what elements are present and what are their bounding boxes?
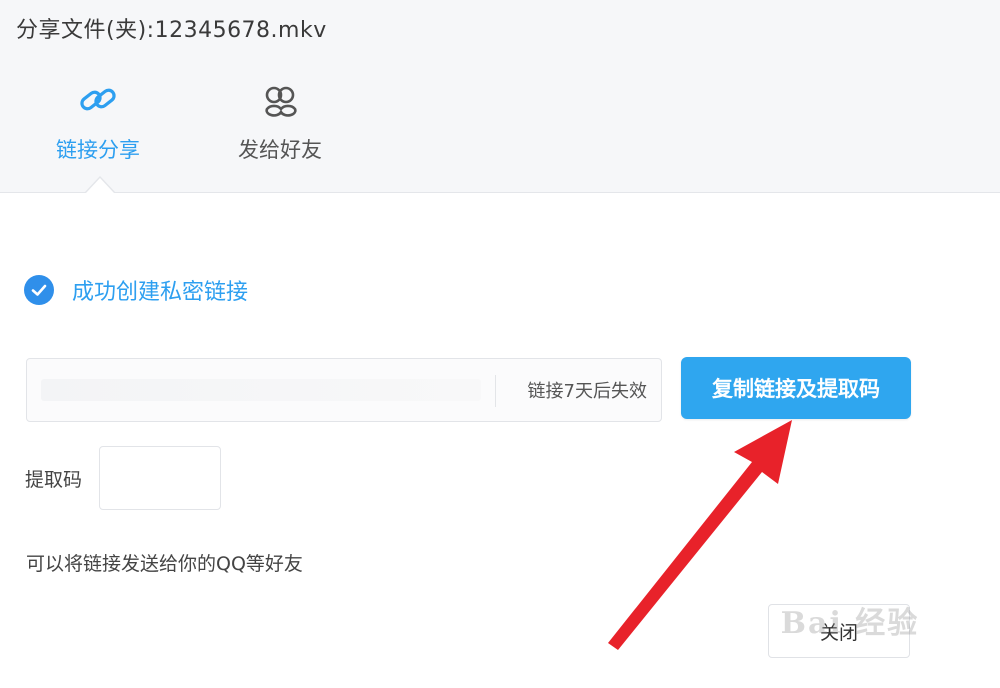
close-button[interactable]: 关闭 [768, 604, 910, 658]
link-expire-text: 链接7天后失效 [527, 381, 647, 402]
check-circle-icon [24, 275, 54, 305]
dialog-header: 分享文件(夹):12345678.mkv 链接分享 发给好友 [0, 0, 1000, 193]
tab-link-share[interactable]: 链接分享 [38, 78, 158, 164]
window-title: 分享文件(夹):12345678.mkv [16, 18, 327, 43]
share-hint-text: 可以将链接发送给你的QQ等好友 [26, 553, 303, 575]
success-text: 成功创建私密链接 [72, 280, 249, 305]
success-message: 成功创建私密链接 [24, 274, 248, 306]
share-link-value[interactable] [41, 379, 481, 401]
link-field-divider [495, 375, 496, 407]
tab-send-friend[interactable]: 发给好友 [220, 78, 340, 164]
friends-icon [265, 86, 297, 117]
link-icon [80, 88, 116, 111]
tab-link-share-label: 链接分享 [56, 138, 140, 162]
extract-code-label: 提取码 [25, 469, 83, 491]
extract-code-field[interactable] [99, 446, 221, 510]
active-tab-indicator [86, 178, 114, 193]
tab-send-friend-label: 发给好友 [238, 138, 322, 162]
share-link-field[interactable]: 链接7天后失效 [26, 358, 662, 422]
copy-link-and-code-button[interactable]: 复制链接及提取码 [681, 357, 911, 419]
